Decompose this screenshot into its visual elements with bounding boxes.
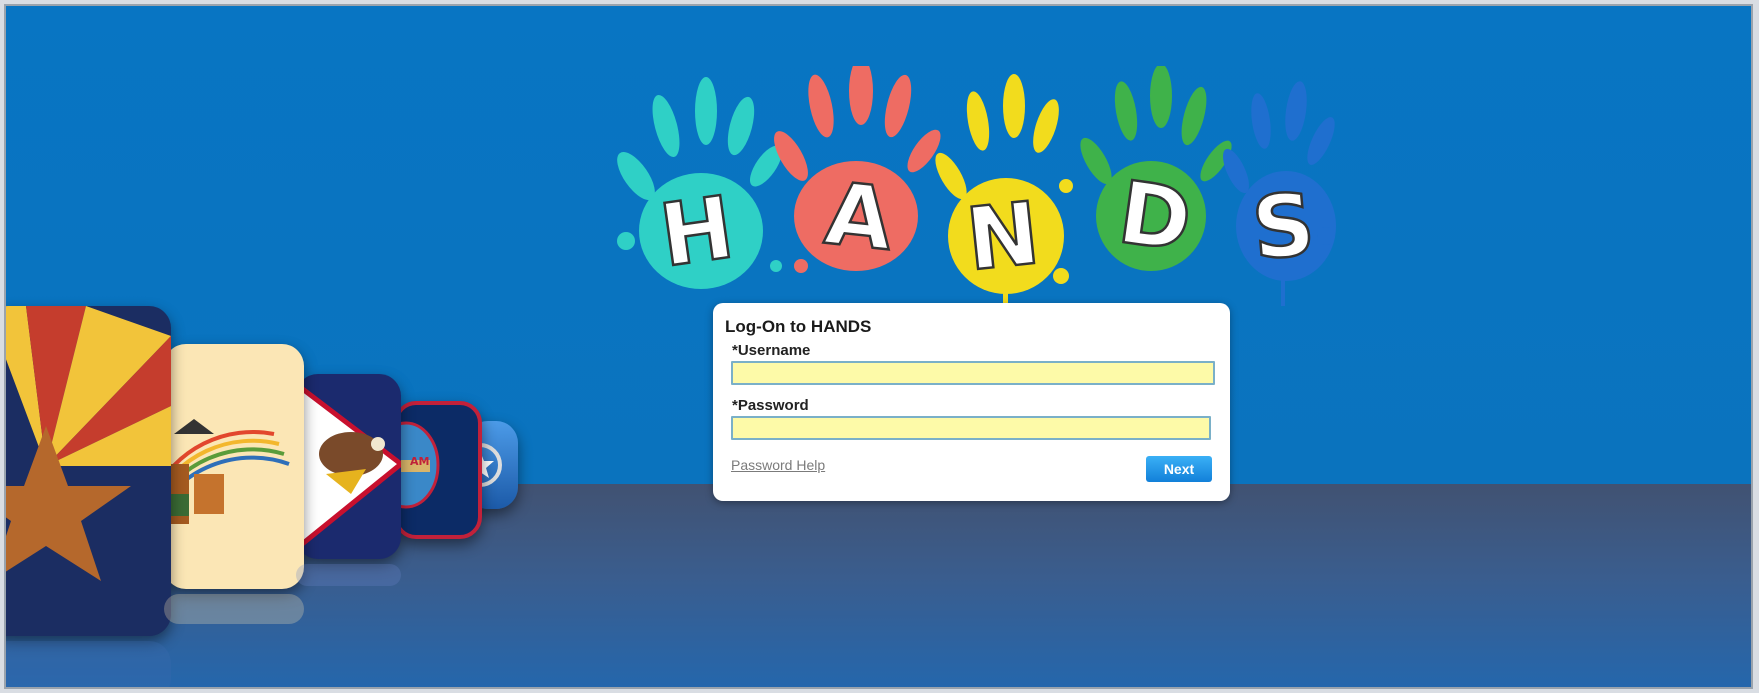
arizona-flag-icon[interactable]: [6, 306, 171, 636]
logo-letter-s: S: [1248, 175, 1318, 280]
next-button[interactable]: Next: [1146, 456, 1212, 482]
hands-logo-art: H A N D S: [617, 57, 1336, 316]
guam-flag-icon[interactable]: AM: [394, 401, 482, 539]
password-label: *Password: [732, 397, 809, 414]
logo-letter-d: D: [1113, 163, 1198, 272]
american-samoa-flag-icon[interactable]: [296, 374, 401, 559]
logo-letter-a: A: [821, 164, 898, 270]
login-title: Log-On to HANDS: [725, 317, 872, 336]
password-input[interactable]: [731, 416, 1211, 440]
navajo-seal-icon[interactable]: [164, 344, 304, 589]
arizona-flag-reflection: [6, 641, 171, 687]
login-panel: Log-On to HANDS *Username *Password Pass…: [713, 303, 1230, 501]
territory-icons: AM: [6, 296, 526, 687]
hands-logo: H A N D S: [606, 57, 1336, 316]
logo-letter-n: N: [962, 184, 1044, 291]
username-label: *Username: [732, 342, 811, 359]
app-window: H A N D S AM Log-On to HANDS *Username *…: [4, 4, 1753, 689]
navajo-seal-reflection: [164, 594, 304, 624]
password-help-link[interactable]: Password Help: [731, 457, 825, 473]
logo-letter-h: H: [654, 178, 739, 287]
svg-text:AM: AM: [410, 455, 429, 468]
american-samoa-reflection: [296, 564, 401, 586]
username-input[interactable]: [731, 361, 1215, 385]
